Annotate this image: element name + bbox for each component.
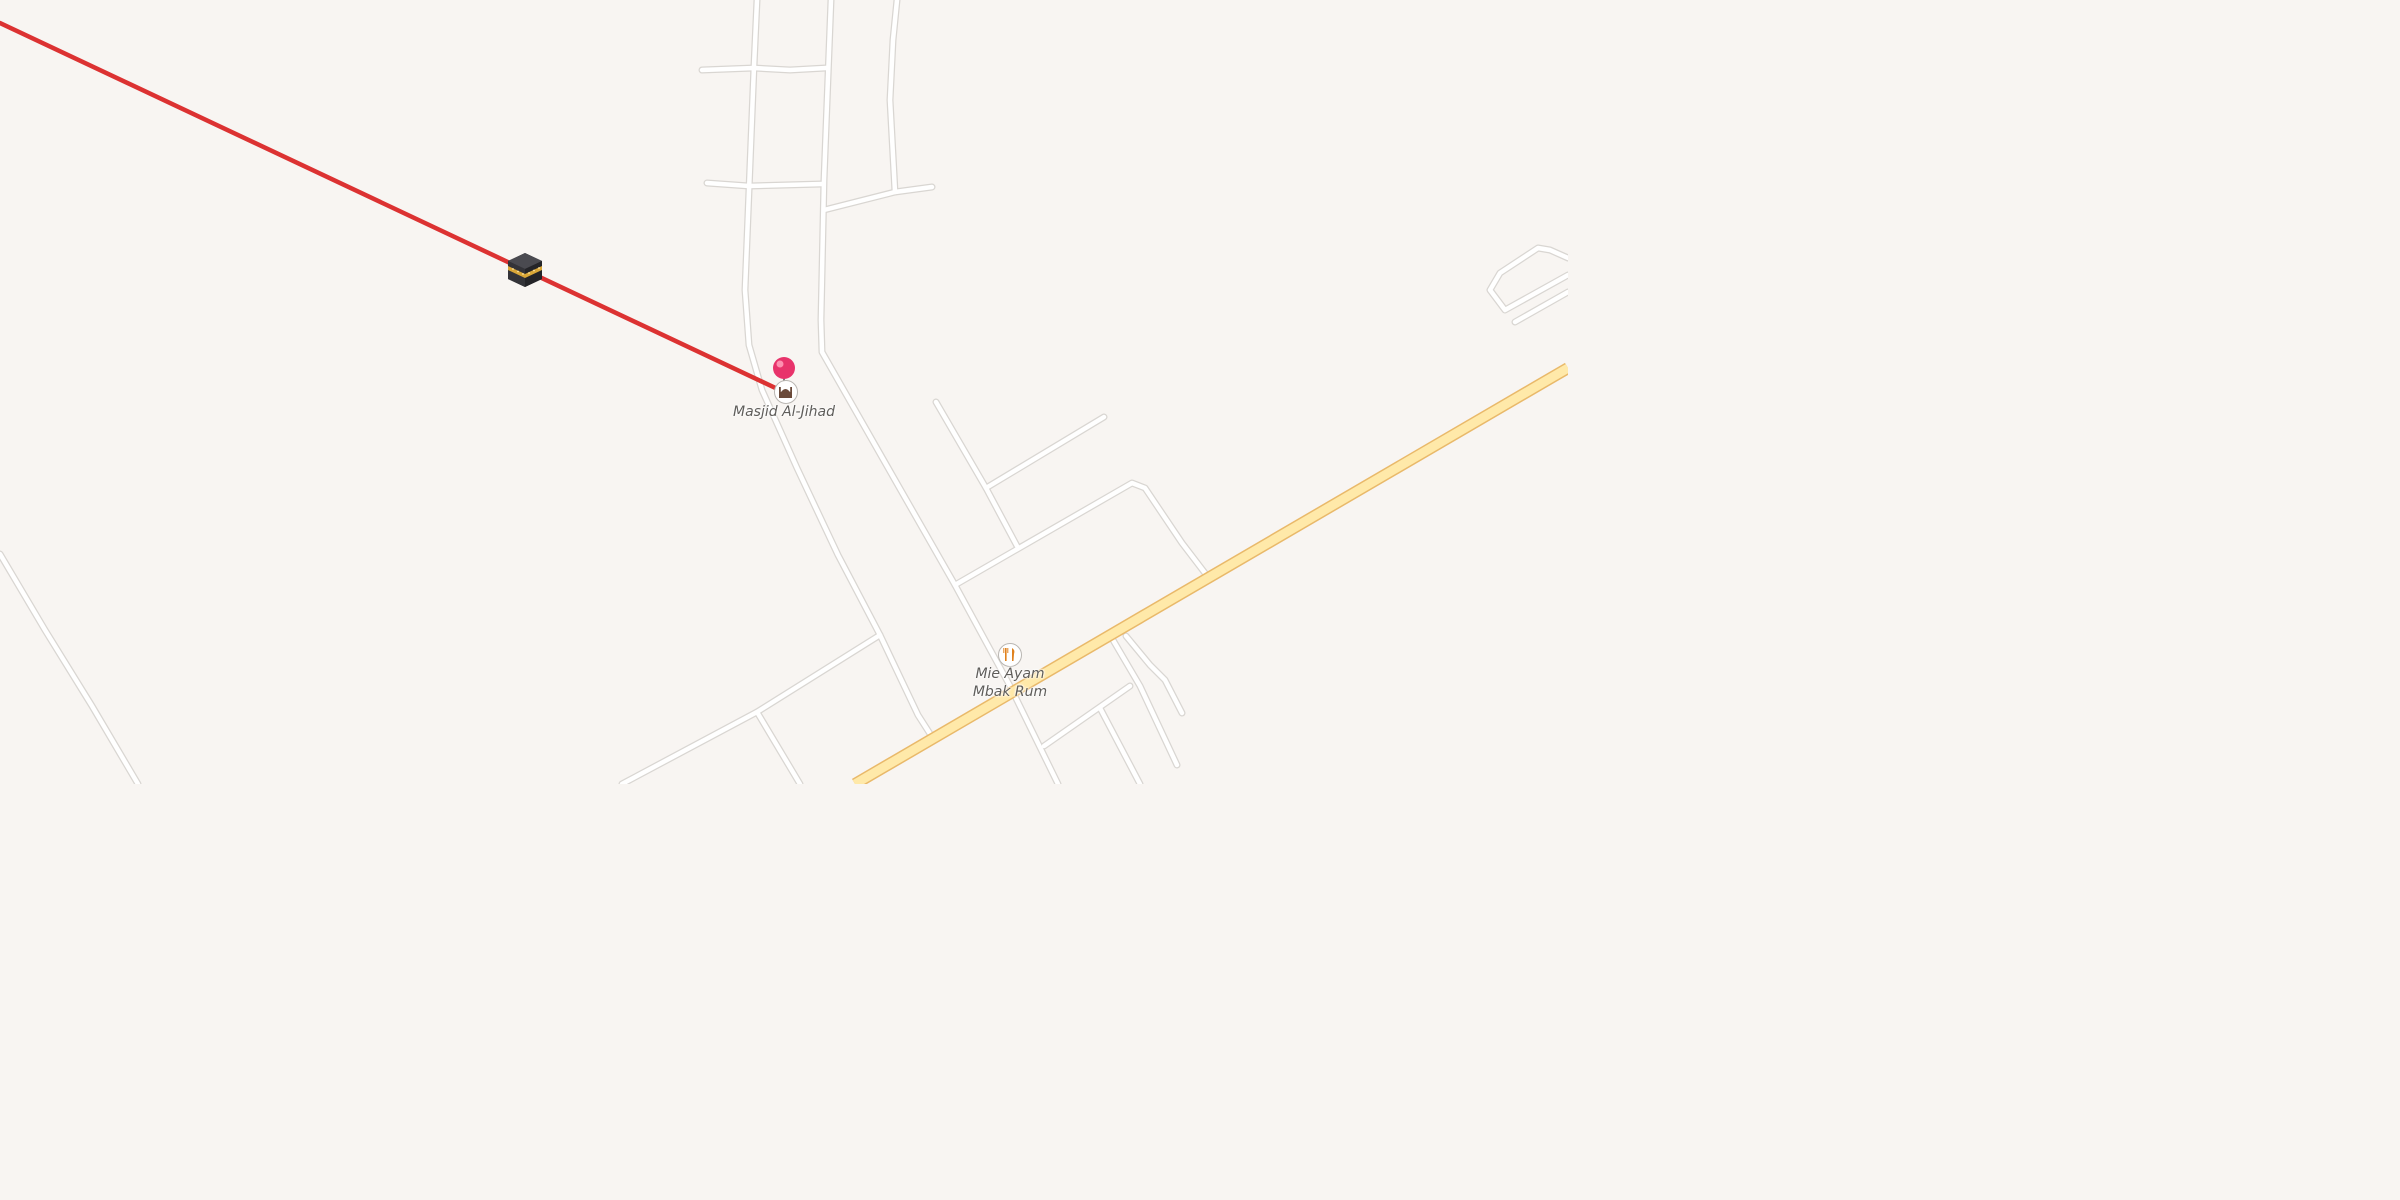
poi-label-restaurant-line1: Mie Ayam — [975, 666, 1045, 682]
qibla-direction-line — [0, 20, 787, 395]
poi-label-mosque: Masjid Al-Jihad — [733, 404, 835, 420]
restaurant-icon[interactable] — [998, 643, 1022, 667]
mosque-icon[interactable] — [774, 380, 798, 404]
map-canvas[interactable]: Masjid Al-Jihad Mie Ayam Mbak Rum — [0, 0, 1568, 784]
kaaba-icon[interactable] — [508, 253, 542, 287]
main-road — [851, 362, 1568, 784]
poi-label-restaurant: Mie Ayam Mbak Rum — [950, 665, 1070, 701]
poi-label-restaurant-line2: Mbak Rum — [972, 684, 1048, 700]
